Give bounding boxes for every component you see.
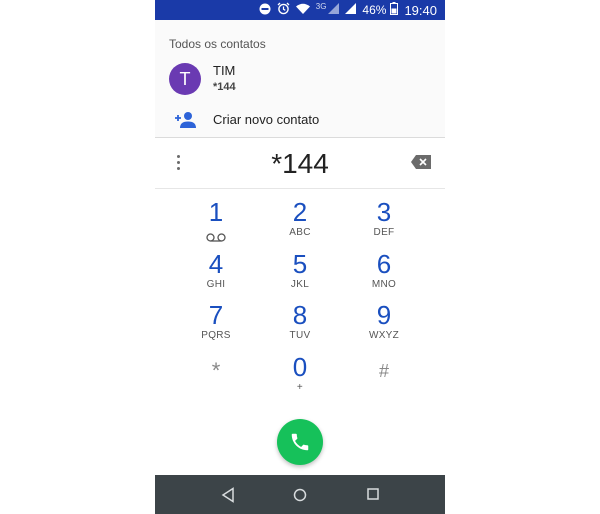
key-6[interactable]: 6 MNO [342,250,426,298]
key-letters: WXYZ [368,330,400,341]
navigation-bar [155,475,445,514]
call-button[interactable] [277,419,323,465]
key-digit: 0 [292,352,308,382]
key-8[interactable]: 8 TUV [258,301,342,349]
key-digit: # [378,361,389,381]
key-star[interactable]: * [174,353,258,401]
dialpad-panel: *144 1 2 ABC 3 DEF 4 GHI 5 JKL 6 MNO 7 P… [155,138,445,475]
key-0[interactable]: 0 + [258,353,342,401]
contact-name: TIM [213,63,236,78]
key-9[interactable]: 9 WXYZ [342,301,426,349]
clock: 19:40 [404,2,437,18]
key-letters: GHI [206,279,226,290]
key-digit: 5 [292,249,308,279]
key-digit: 6 [376,249,392,279]
contact-item[interactable]: T TIM *144 [169,61,439,101]
backspace-icon[interactable] [411,155,431,169]
dialer-screen: 3G 46% 19:40 Todos os contatos T TIM *14… [155,0,445,514]
wifi-icon [295,3,310,17]
key-3[interactable]: 3 DEF [342,198,426,246]
create-contact-button[interactable]: Criar novo contato [169,109,439,131]
back-icon[interactable] [221,487,237,503]
add-person-icon [175,111,197,129]
key-letters: MNO [371,279,397,290]
key-letters: DEF [373,227,395,238]
do-not-disturb-icon [259,3,271,18]
key-letters: JKL [290,279,310,290]
voicemail-icon [174,229,258,242]
home-icon[interactable] [292,487,308,503]
contact-suggestions: Todos os contatos T TIM *144 Criar novo … [155,20,445,137]
signal-icon [345,3,357,17]
key-digit: 4 [208,249,224,279]
key-letters: ABC [289,227,311,238]
alarm-icon [277,2,290,18]
status-bar: 3G 46% 19:40 [155,0,445,20]
battery-percent: 46% [362,3,387,17]
key-2[interactable]: 2 ABC [258,198,342,246]
recents-icon[interactable] [366,487,382,503]
key-pound[interactable]: # [342,353,426,401]
avatar: T [169,63,201,95]
key-digit: * [211,358,221,383]
key-digit: 3 [376,197,392,227]
key-letters: TUV [289,330,311,341]
section-title: Todos os contatos [169,37,266,51]
signal-icon [328,3,340,17]
key-digit: 1 [208,197,224,227]
dialed-number[interactable]: *144 [155,148,445,180]
key-digit: 7 [208,300,224,330]
key-4[interactable]: 4 GHI [174,250,258,298]
network-type: 3G [315,1,327,11]
key-7[interactable]: 7 PQRS [174,301,258,349]
key-digit: 9 [376,300,392,330]
create-contact-label: Criar novo contato [213,112,320,127]
key-digit: 2 [292,197,308,227]
key-5[interactable]: 5 JKL [258,250,342,298]
number-bar: *144 [155,138,445,189]
key-digit: 8 [292,300,308,330]
battery-icon [390,2,399,18]
key-letters: + [296,382,304,393]
key-letters: PQRS [201,330,231,341]
contact-number: *144 [213,81,236,93]
key-1[interactable]: 1 [174,198,258,246]
